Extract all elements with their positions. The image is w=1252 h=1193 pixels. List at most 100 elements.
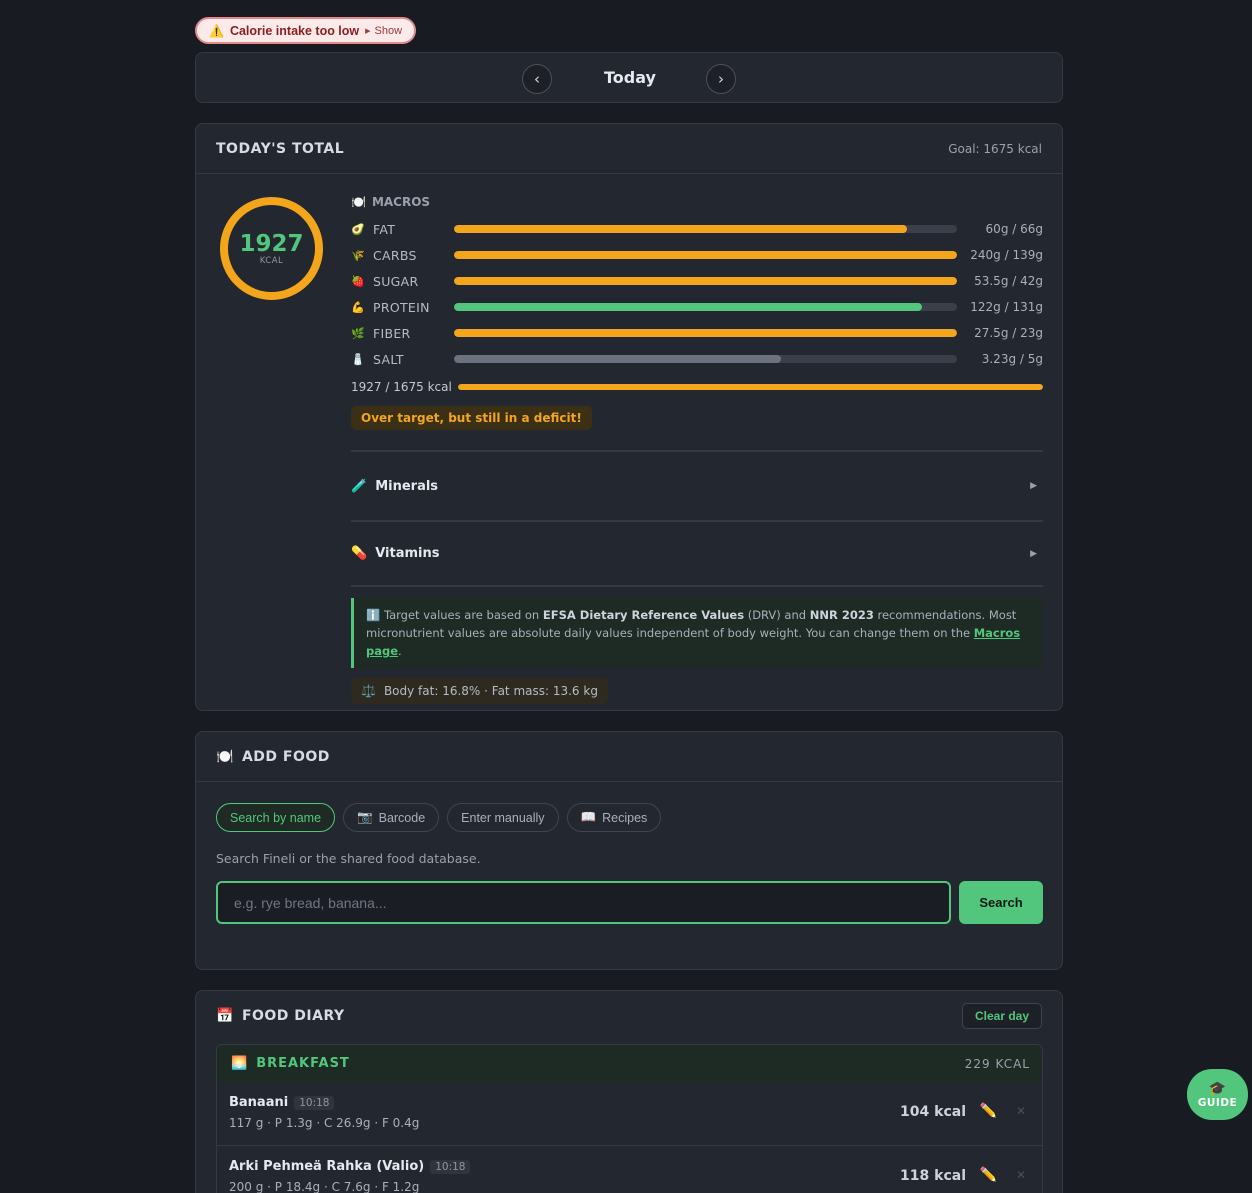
date-navigation: ‹ Today ›	[195, 52, 1063, 103]
warning-icon: ⚠️	[209, 23, 224, 38]
kcal-progress-fill	[458, 384, 1043, 390]
food-diary-title: FOOD DIARY	[241, 1008, 345, 1024]
kcal-progress-label: 1927 / 1675 kcal	[351, 380, 452, 394]
tab-enter-manually[interactable]: Enter manually	[447, 803, 559, 832]
macro-row-sugar: 🍓 SUGAR 53.5g / 42g	[351, 268, 1043, 294]
macro-row-carbs: 🌾 CARBS 240g / 139g	[351, 242, 1043, 268]
meal-title: BREAKFAST	[256, 1056, 350, 1071]
macro-row-fat: 🥑 FAT 60g / 66g	[351, 216, 1043, 242]
macro-bar-fill	[454, 277, 957, 285]
pencil-icon[interactable]: ✏️	[980, 1167, 997, 1183]
prev-day-button[interactable]: ‹	[522, 64, 552, 94]
macro-bar	[454, 303, 957, 311]
expand-arrow-icon: ▶	[1030, 548, 1037, 559]
food-search-input[interactable]	[216, 881, 951, 924]
macro-bar-fill	[454, 329, 957, 337]
todays-total-title: TODAY'S TOTAL	[216, 140, 345, 157]
triangle-right-icon: ▶	[365, 27, 371, 35]
tab-barcode[interactable]: 📷 Barcode	[343, 803, 440, 832]
pencil-icon[interactable]: ✏️	[980, 1103, 997, 1119]
meal-breakfast: 🌅 BREAKFAST 229 KCAL Banaani 10:18 117 g ·…	[216, 1044, 1043, 1193]
pill-icon: 💊	[351, 546, 368, 561]
add-food-tabs: Search by name 📷 Barcode Enter manually 📖 Rec…	[216, 803, 662, 832]
minerals-toggle[interactable]: 🧪 Minerals ▶	[351, 452, 1043, 520]
macros-title: MACROS	[371, 195, 431, 209]
tab-recipes[interactable]: 📖 Recipes	[566, 803, 662, 832]
entry-name: Banaani	[229, 1095, 289, 1110]
camera-icon: 📷	[357, 810, 373, 824]
calorie-alert[interactable]: ⚠️ Calorie intake too low ▶ Show	[195, 17, 417, 44]
diary-entry[interactable]: Banaani 10:18 117 g · P 1.3g · C 26.9g · F…	[217, 1082, 1042, 1146]
calorie-ring: 1927 KCAL	[220, 197, 323, 300]
info-bold-efsa: EFSA Dietary Reference Values	[542, 608, 745, 622]
meal-header[interactable]: 🌅 BREAKFAST 229 KCAL	[217, 1045, 1042, 1082]
macro-value: 3.23g / 5g	[981, 352, 1043, 366]
info-text: .	[398, 644, 402, 658]
diary-entry[interactable]: Arki Pehmeä Rahka (Valio) 10:18 200 g · P …	[217, 1146, 1042, 1193]
entry-name: Arki Pehmeä Rahka (Valio)	[229, 1159, 425, 1174]
body-fat-text: Body fat: 16.8% · Fat mass: 13.6 kg	[383, 684, 598, 698]
macro-icon: 🥑	[351, 222, 365, 236]
calorie-goal: Goal: 1675 kcal	[948, 141, 1042, 156]
minerals-label: Minerals	[375, 478, 439, 494]
diary-entries: Banaani 10:18 117 g · P 1.3g · C 26.9g · F…	[217, 1082, 1042, 1193]
macro-icon: 💪	[351, 300, 365, 314]
macro-label: FIBER	[373, 325, 411, 341]
calorie-ring-unit: KCAL	[259, 255, 284, 266]
macro-bar-fill	[454, 355, 781, 363]
alert-label: Calorie intake too low	[229, 23, 360, 38]
macro-label: CARBS	[373, 247, 417, 263]
plate-icon: 🍽️	[351, 195, 366, 209]
divider	[351, 585, 1043, 587]
search-hint: Search Fineli or the shared food databas…	[216, 851, 481, 866]
tab-label: Recipes	[602, 810, 648, 825]
kcal-progress-bar	[458, 384, 1043, 390]
todays-total-header: TODAY'S TOTAL Goal: 1675 kcal	[196, 124, 1062, 174]
test-tube-icon: 🧪	[351, 478, 368, 494]
macro-value: 122g / 131g	[970, 300, 1043, 314]
macro-value: 60g / 66g	[985, 222, 1043, 236]
guide-button[interactable]: 🎓 GUIDE	[1187, 1069, 1248, 1120]
macro-value: 27.5g / 23g	[974, 326, 1043, 340]
macro-value: 240g / 139g	[970, 248, 1043, 262]
search-button[interactable]: Search	[959, 881, 1043, 924]
tab-label: Search by name	[230, 810, 322, 825]
macro-bar	[454, 251, 957, 259]
macros-panel: 🍽️ MACROS 🥑 FAT 60g / 66g 🌾 CARBS 240g / 139g…	[351, 194, 1043, 704]
alert-show-toggle[interactable]: ▶ Show	[365, 25, 402, 37]
macro-list: 🥑 FAT 60g / 66g 🌾 CARBS 240g / 139g 🍓 SUGAR 53.5…	[351, 216, 1043, 372]
book-icon: 📖	[580, 810, 597, 824]
entry-kcal: 118 kcal	[900, 1168, 966, 1184]
clear-day-button[interactable]: Clear day	[961, 1003, 1042, 1029]
alert-show-label: Show	[374, 24, 403, 37]
close-icon[interactable]: ✕	[1016, 1104, 1026, 1118]
macro-label: PROTEIN	[373, 299, 430, 315]
calendar-icon: 📅	[216, 1008, 234, 1024]
add-food-title: ADD FOOD	[241, 748, 330, 765]
calorie-ring-value: 1927	[239, 230, 304, 257]
next-day-button[interactable]: ›	[706, 64, 736, 94]
entry-time: 10:18	[430, 1159, 471, 1174]
plate-icon: 🍽️	[216, 748, 234, 765]
info-icon: ℹ️	[366, 608, 381, 622]
info-bold-nnr: NNR 2023	[809, 608, 874, 622]
add-food-header: 🍽️ ADD FOOD	[196, 732, 1062, 782]
tab-label: Enter manually	[461, 810, 545, 825]
macro-bar	[454, 225, 957, 233]
deficit-badge: Over target, but still in a deficit!	[351, 406, 592, 430]
add-food-card: 🍽️ ADD FOOD Search by name 📷 Barcode Enter …	[195, 731, 1063, 970]
vitamins-toggle[interactable]: 💊 Vitamins ▶	[351, 522, 1043, 585]
macro-bar-fill	[454, 225, 907, 233]
date-title: Today	[604, 68, 656, 87]
todays-total-card: TODAY'S TOTAL Goal: 1675 kcal 1927 KCAL …	[195, 123, 1063, 711]
entry-kcal: 104 kcal	[900, 1104, 966, 1120]
macro-label: SALT	[373, 351, 404, 367]
tab-search-by-name[interactable]: Search by name	[216, 803, 336, 832]
macro-row-salt: 🧂 SALT 3.23g / 5g	[351, 346, 1043, 372]
macros-heading: 🍽️ MACROS	[351, 194, 1043, 210]
info-text: (DRV) and	[744, 608, 810, 622]
food-diary-header: 📅 FOOD DIARY Clear day	[196, 991, 1062, 1041]
close-icon[interactable]: ✕	[1016, 1168, 1026, 1182]
tab-label: Barcode	[378, 810, 426, 825]
sunrise-icon: 🌅	[231, 1056, 249, 1071]
